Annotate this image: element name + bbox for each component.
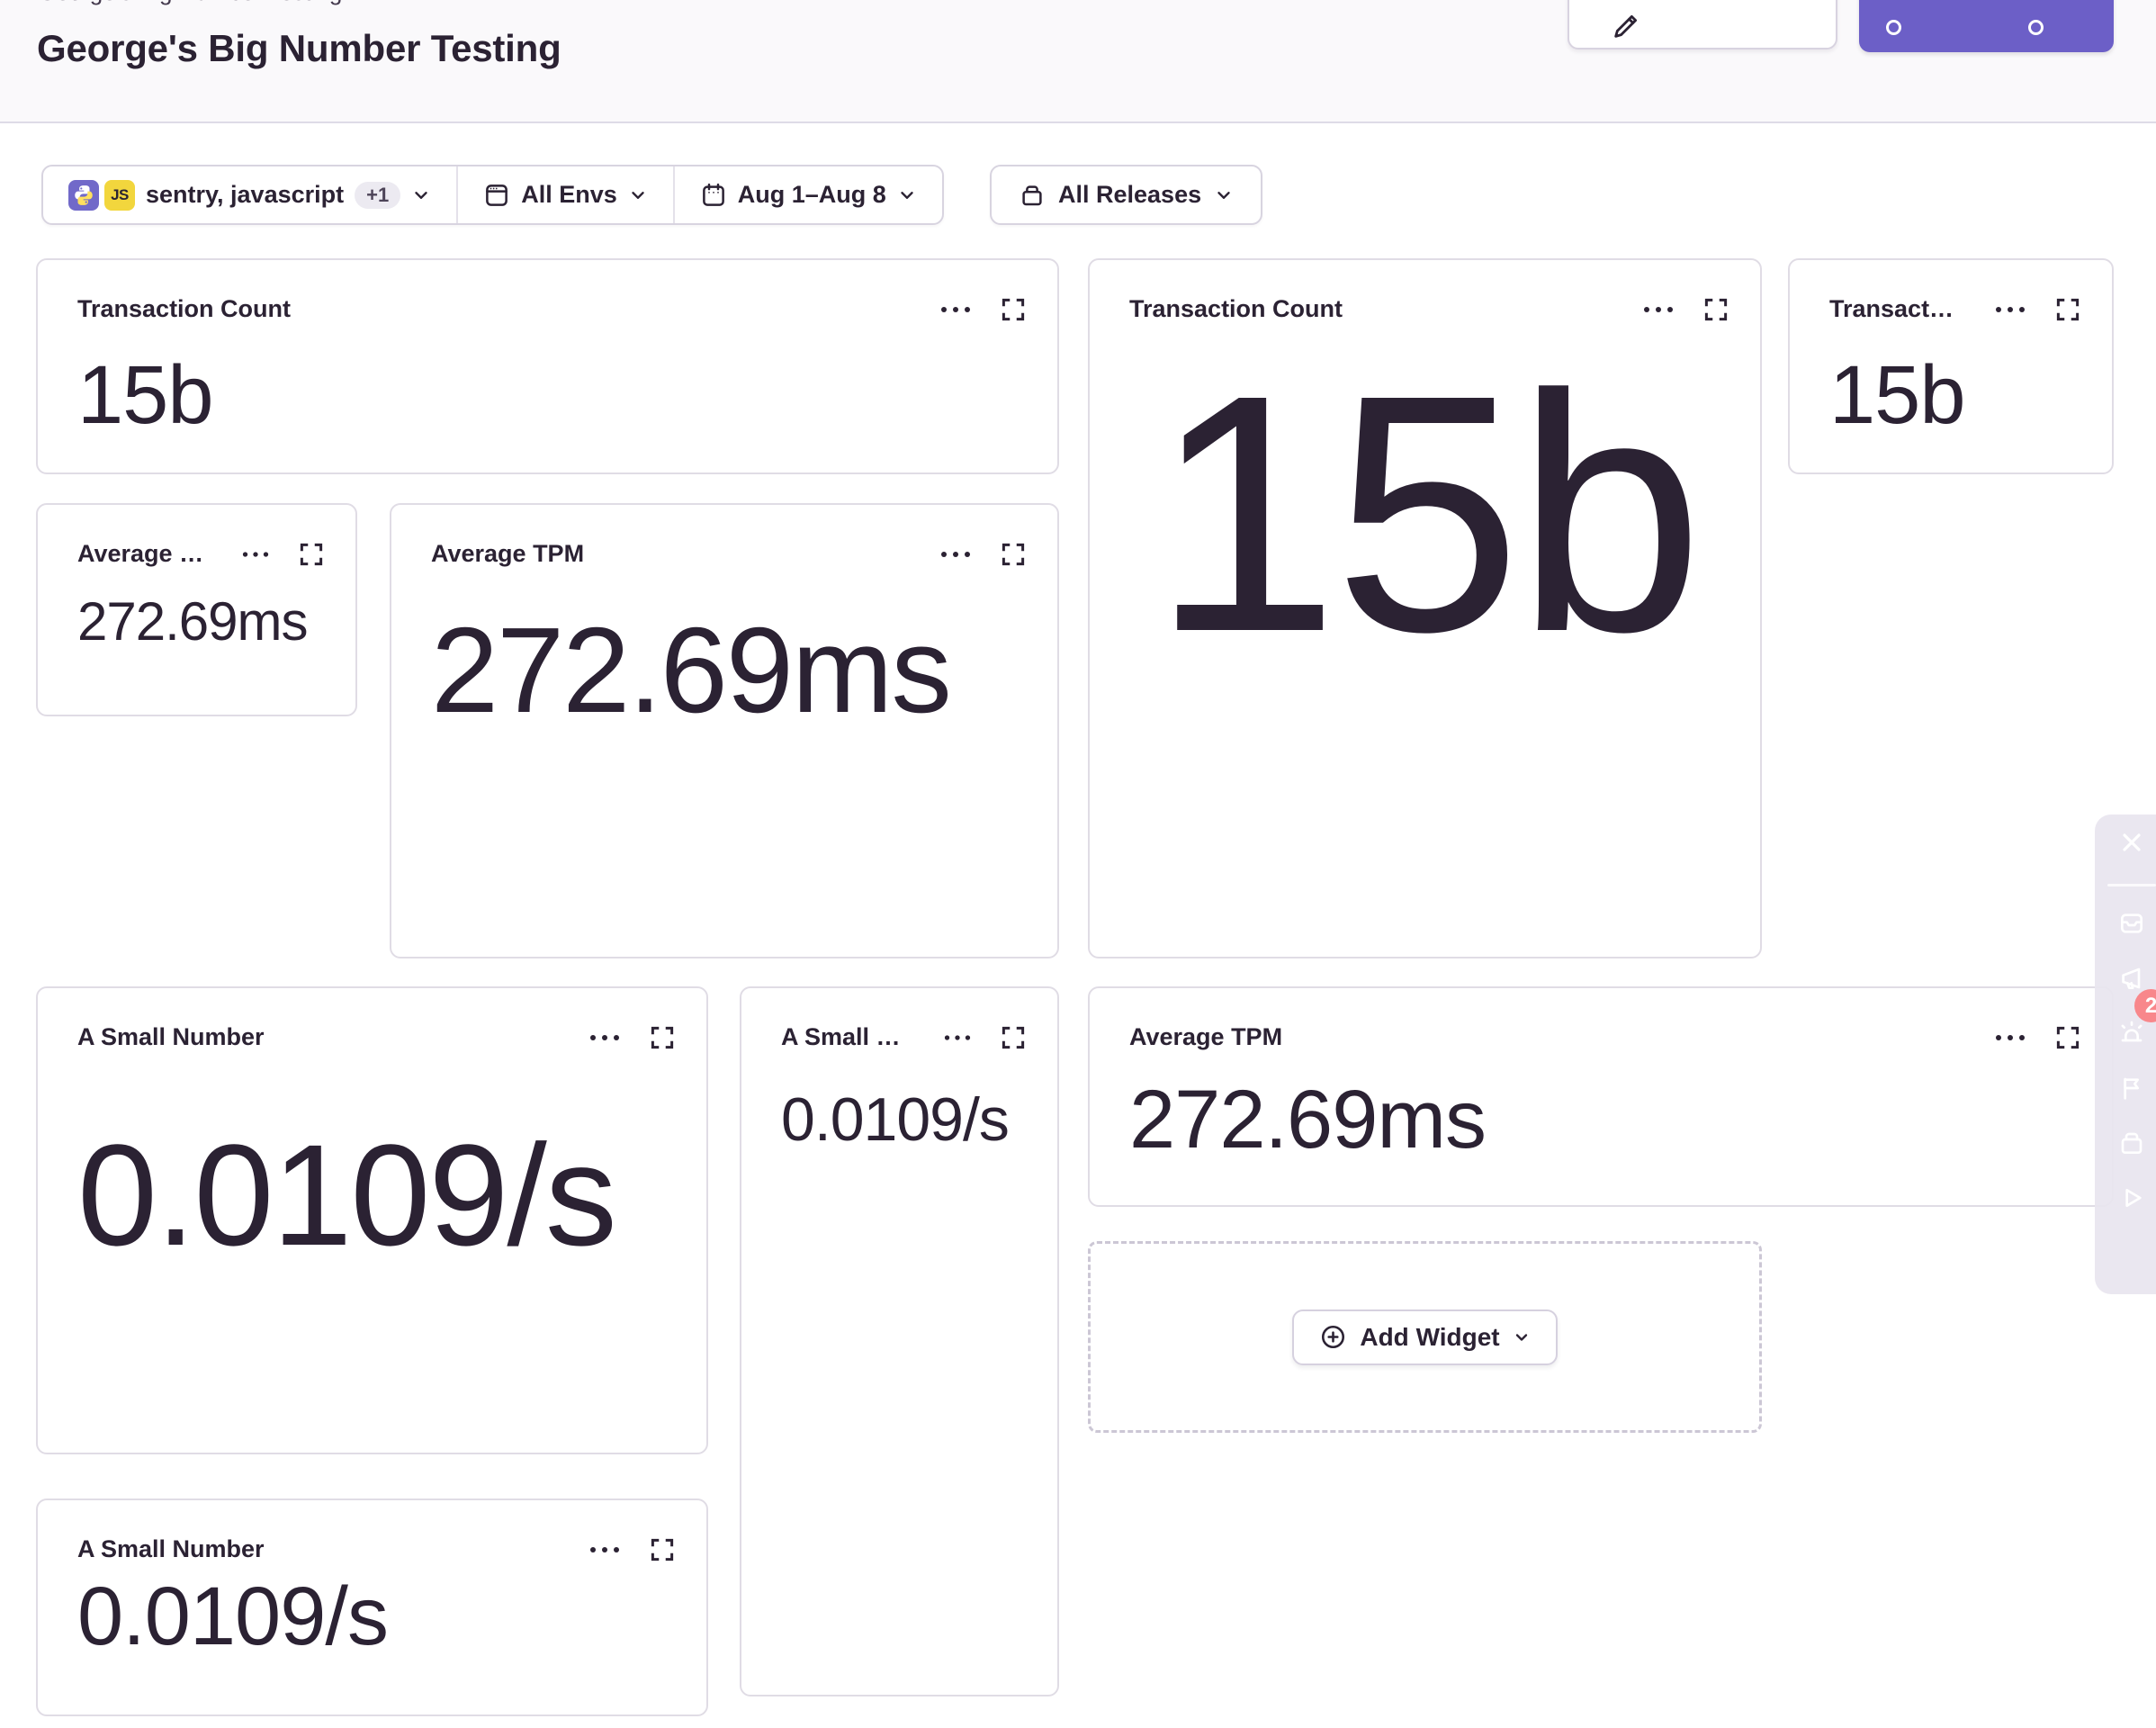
dashboard-page: George's Big Number Testing George's Big… — [0, 0, 2156, 1728]
widget-expand-icon[interactable] — [1000, 296, 1027, 323]
widget-menu-button[interactable] — [589, 1546, 620, 1553]
environment-filter-label: All Envs — [521, 181, 617, 209]
widget-card-small-number[interactable]: A Small Number 0.0109/s — [36, 986, 708, 1454]
siren-icon[interactable] — [2116, 1018, 2147, 1048]
window-icon — [483, 182, 510, 209]
calendar-icon — [700, 182, 727, 209]
add-widget-label: Add Widget — [1360, 1323, 1499, 1352]
play-icon[interactable] — [2116, 1183, 2147, 1213]
widget-card-transaction-count-large[interactable]: Transaction Count 15b — [1088, 258, 1762, 958]
widget-expand-icon[interactable] — [298, 541, 325, 568]
widget-title: Transaction Count — [77, 295, 305, 323]
widget-title: Transact… — [1829, 295, 1968, 323]
widget-menu-button[interactable] — [1995, 1034, 2026, 1041]
widget-title: A Small Number — [77, 1535, 279, 1563]
widget-expand-icon[interactable] — [1702, 296, 1729, 323]
project-filter[interactable]: JS sentry, javascript +1 — [43, 166, 456, 223]
edit-dashboard-button[interactable] — [1568, 0, 1837, 50]
primary-action-button[interactable] — [1859, 0, 2114, 52]
chevron-down-icon — [897, 185, 917, 205]
release-filter-label: All Releases — [1058, 181, 1201, 209]
widget-card-average-tpm-wide[interactable]: Average TPM 272.69ms — [1088, 986, 2114, 1207]
megaphone-icon[interactable] — [2116, 963, 2147, 994]
page-title: George's Big Number Testing — [37, 27, 561, 70]
environment-filter[interactable]: All Envs — [456, 166, 673, 223]
page-header: George's Big Number Testing George's Big… — [0, 0, 2156, 123]
widget-title: Average TPM — [1129, 1023, 1297, 1051]
plus-circle-icon — [1319, 1323, 1347, 1351]
filter-bar: JS sentry, javascript +1 All Envs — [41, 165, 944, 225]
widget-menu-button[interactable] — [242, 551, 269, 558]
javascript-icon: JS — [104, 180, 135, 211]
widget-card-transaction-count-small[interactable]: Transact… 15b — [1788, 258, 2114, 474]
release-filter[interactable]: All Releases — [990, 165, 1262, 225]
chevron-down-icon — [628, 185, 648, 205]
widget-card-average-duration[interactable]: Average … 272.69ms — [36, 503, 357, 716]
widget-menu-button[interactable] — [940, 551, 971, 558]
icon-glyph — [2028, 20, 2044, 35]
widget-title: A Small … — [781, 1023, 915, 1051]
widget-expand-icon[interactable] — [1000, 1024, 1027, 1051]
widget-big-number: 0.0109/s — [781, 1089, 1009, 1150]
widget-menu-button[interactable] — [1995, 306, 2026, 313]
chevron-down-icon — [1513, 1328, 1531, 1346]
widget-title: A Small Number — [77, 1023, 279, 1051]
widget-card-small-number-narrow[interactable]: A Small … 0.0109/s — [740, 986, 1059, 1696]
widget-card-transaction-count[interactable]: Transaction Count 15b — [36, 258, 1059, 474]
chevron-down-icon — [411, 185, 431, 205]
widget-card-average-tpm[interactable]: Average TPM 272.69ms — [390, 503, 1059, 958]
widget-big-number: 15b — [77, 354, 213, 436]
widget-big-number: 15b — [1090, 346, 1760, 683]
add-widget-dropzone: Add Widget — [1088, 1241, 1762, 1433]
date-range-filter[interactable]: Aug 1–Aug 8 — [673, 166, 942, 223]
package-icon — [1019, 182, 1046, 209]
widget-menu-button[interactable] — [940, 306, 971, 313]
project-extra-count-badge: +1 — [355, 182, 400, 209]
flag-icon[interactable] — [2116, 1073, 2147, 1103]
widget-big-number: 0.0109/s — [77, 1575, 388, 1658]
widget-menu-button[interactable] — [589, 1034, 620, 1041]
date-range-label: Aug 1–Aug 8 — [738, 181, 886, 209]
widget-big-number: 15b — [1829, 354, 1965, 436]
add-widget-button[interactable]: Add Widget — [1292, 1310, 1557, 1365]
chevron-down-icon — [1214, 185, 1234, 205]
breadcrumb[interactable]: George's Big Number Testing — [38, 0, 342, 6]
python-icon — [68, 180, 99, 211]
widget-big-number: 0.0109/s — [77, 1123, 615, 1267]
widget-expand-icon[interactable] — [649, 1536, 676, 1563]
widget-menu-button[interactable] — [1643, 306, 1674, 313]
widget-expand-icon[interactable] — [649, 1024, 676, 1051]
widget-expand-icon[interactable] — [1000, 541, 1027, 568]
inbox-icon[interactable] — [2116, 908, 2147, 939]
project-filter-label: sentry, javascript — [146, 181, 344, 209]
widget-expand-icon[interactable] — [2054, 296, 2081, 323]
widget-big-number: 272.69ms — [1129, 1078, 1486, 1161]
widget-big-number: 272.69ms — [77, 595, 308, 649]
icon-glyph — [1886, 20, 1901, 35]
widget-title: Average TPM — [431, 540, 598, 568]
floating-side-toolbar: 2 — [2095, 814, 2156, 1294]
widget-title: Transaction Count — [1129, 295, 1357, 323]
close-icon[interactable] — [2116, 827, 2147, 858]
widget-menu-button[interactable] — [944, 1034, 971, 1041]
widget-card-small-number-bottom[interactable]: A Small Number 0.0109/s — [36, 1498, 708, 1716]
widget-expand-icon[interactable] — [2054, 1024, 2081, 1051]
pencil-icon — [1611, 11, 1641, 41]
widget-title: Average … — [77, 540, 218, 568]
toolbar-divider — [2107, 884, 2156, 886]
package-icon[interactable] — [2116, 1128, 2147, 1158]
widget-big-number: 272.69ms — [431, 609, 950, 731]
